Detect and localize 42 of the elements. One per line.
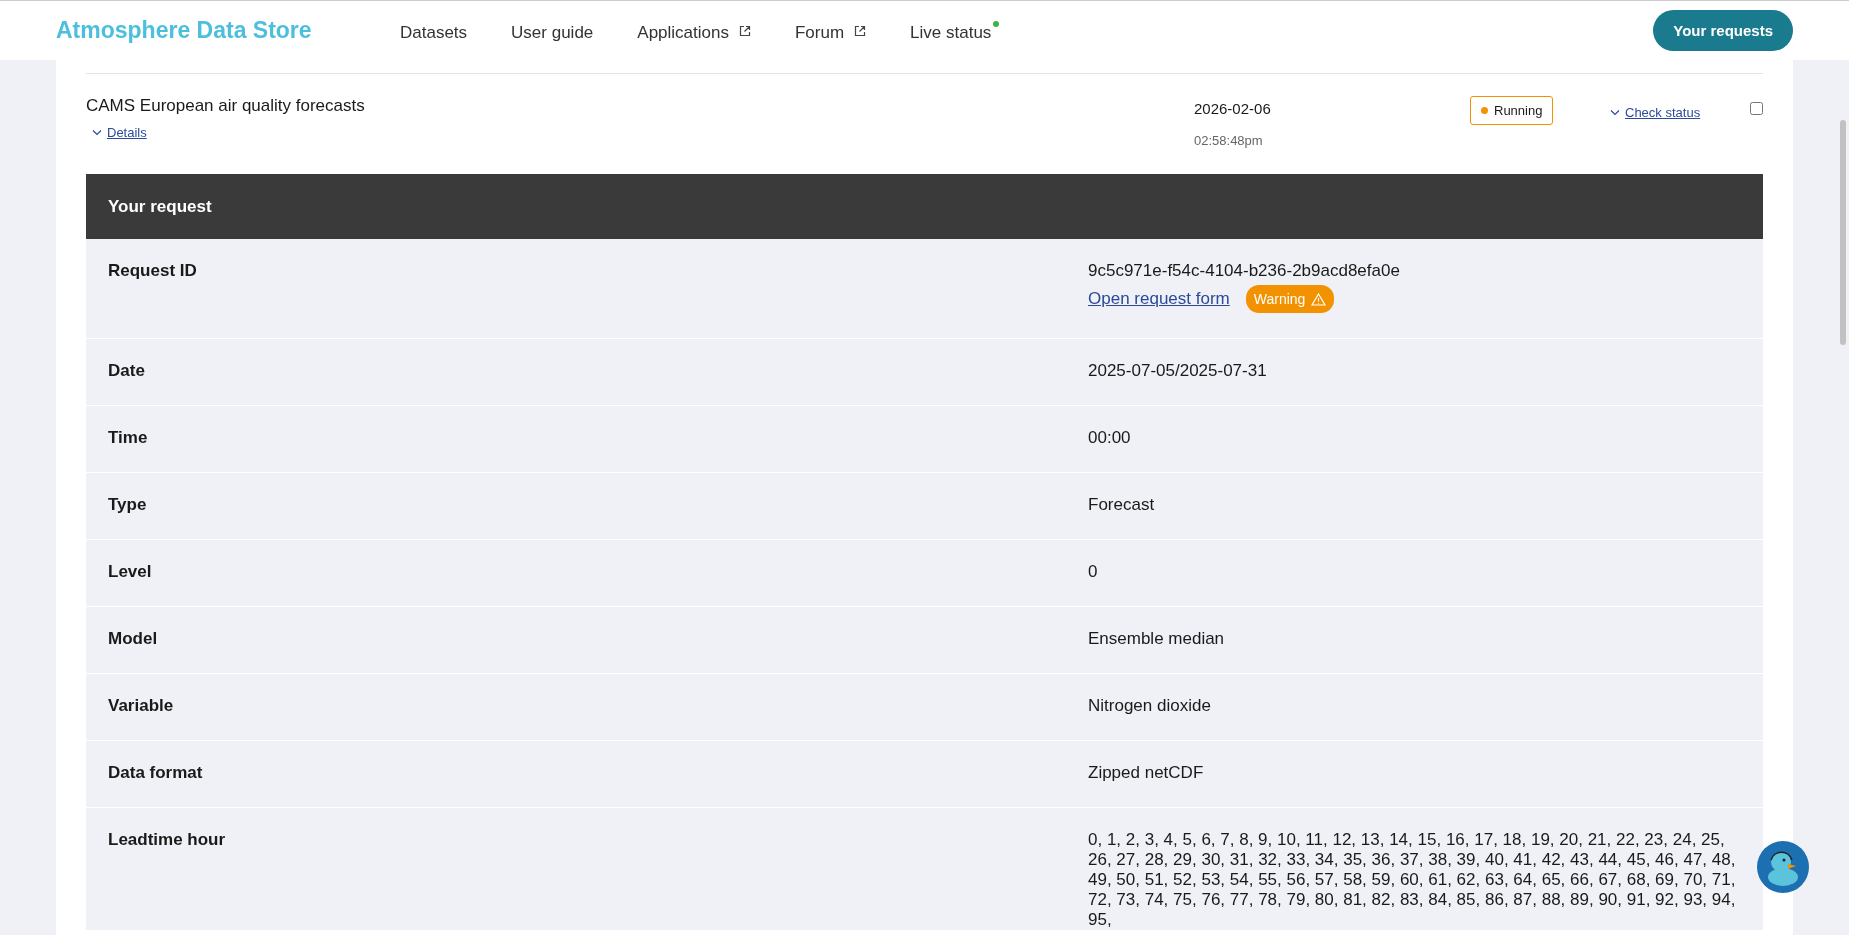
nav-link[interactable]: Applications — [637, 18, 751, 43]
field-label: Data format — [108, 763, 204, 784]
field-value: 2025-07-05/2025-07-31 — [1088, 361, 1268, 381]
nav-link[interactable]: User guide — [511, 18, 594, 43]
nav-link[interactable]: Datasets — [400, 18, 468, 43]
details-link[interactable]: Details — [92, 125, 147, 140]
section-header: Your request — [86, 174, 1763, 239]
nav-link[interactable]: Forum — [795, 18, 867, 43]
field-value: 00:00 — [1088, 428, 1132, 448]
scrollbar[interactable] — [1840, 120, 1846, 345]
field-label: Model — [108, 629, 159, 650]
request-checkbox[interactable] — [1750, 102, 1763, 115]
check-status-link[interactable]: Check status — [1610, 105, 1701, 120]
field-value: Nitrogen dioxide — [1088, 696, 1212, 716]
field-label: Leadtime hour — [108, 830, 227, 851]
field-label: Date — [108, 361, 146, 382]
open-request-form-link[interactable]: Open request form — [1088, 289, 1230, 309]
warning-icon — [1311, 292, 1327, 306]
warning-badge: Warning — [1245, 285, 1335, 313]
field-value: 0 — [1088, 562, 1099, 582]
field-value: 0, 1, 2, 3, 4, 5, 6, 7, 8, 9, 10, 11, 12, 13, 14, 15, 16, 17, 18, 19, 20, 21, 22, 23, 24, 25, 26, 27, 28, 29, 30, 31, 32, 33, 34, 35, 36, 37, 38, 39, 40, 41, 42, 43, 44, 45, 46, 47, 48, 49, 50, 51, 52, 53, 54, 55, 56, 57, 58, 59, 60, 61, 62, 63, 64, 65, 66, 67, 68, 69, 70, 71, 72, 73, 74, 75, 76, 77, 78, 79, 80, 81, 82, 83, 84, 85, 86, 87, 88, 89, 90, 91, 92, 93, 94, 95, — [1088, 830, 1737, 930]
field-label: Variable — [108, 696, 175, 717]
field-label: Type — [108, 495, 148, 516]
field-value: 9c5c971e-f54c-4104-b236-2b9acd8efa0e — [1088, 261, 1401, 281]
field-label: Level — [108, 562, 153, 583]
field-value: Forecast — [1088, 495, 1156, 515]
field-value: Zipped netCDF — [1088, 763, 1205, 783]
external-link-icon — [739, 24, 751, 37]
field-value: Ensemble median — [1088, 629, 1226, 649]
field-label: Time — [108, 428, 149, 449]
nav-link[interactable]: Live status — [910, 18, 1000, 43]
field-label: Request ID — [108, 261, 198, 282]
request-date: 2026-02-06 — [1194, 100, 1272, 117]
status-dot-icon — [993, 20, 1000, 27]
your-requests-button[interactable]: Your requests — [1653, 10, 1793, 51]
chatbot-duck-icon[interactable] — [1756, 840, 1810, 894]
chevron-down-icon — [92, 129, 102, 136]
request-time: 02:58:48pm — [1194, 133, 1264, 148]
status-badge: Running — [1470, 96, 1554, 125]
dataset-title: CAMS European air quality forecasts — [86, 96, 366, 116]
external-link-icon — [854, 24, 867, 37]
chevron-down-icon — [1610, 109, 1620, 116]
